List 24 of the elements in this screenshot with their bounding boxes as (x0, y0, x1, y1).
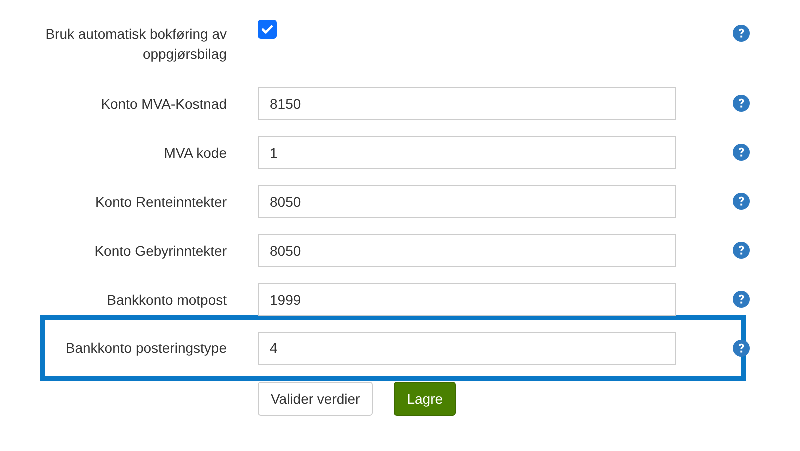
field-label: Bankkonto motpost (106, 290, 227, 310)
validate-button[interactable]: Valider verdier (258, 382, 374, 416)
check-icon (261, 23, 274, 36)
help-icon[interactable] (733, 340, 750, 356)
save-button[interactable]: Lagre (394, 382, 456, 416)
input-field[interactable]: 1 (258, 136, 676, 169)
input-field[interactable]: 4 (258, 332, 676, 364)
help-icon[interactable] (733, 193, 750, 210)
help-icon[interactable] (733, 25, 750, 42)
input-field[interactable]: 1999 (258, 283, 676, 316)
input-field[interactable]: 8150 (258, 87, 676, 120)
field-label: Konto MVA-Kostnad (100, 94, 227, 114)
field-label: Konto Renteinntekter (94, 192, 227, 212)
help-icon[interactable] (733, 291, 750, 308)
field-label: Konto Gebyrinntekter (94, 242, 227, 260)
help-icon[interactable] (733, 95, 750, 112)
help-icon[interactable] (733, 144, 750, 161)
checkbox[interactable] (258, 20, 277, 39)
input-field[interactable]: 8050 (258, 234, 676, 267)
help-icon[interactable] (733, 242, 750, 259)
field-label: MVA kode (163, 144, 227, 162)
input-field[interactable]: 8050 (258, 185, 676, 218)
field-label: Bankkonto posteringstype (64, 339, 227, 358)
field-label: Bruk automatisk bokføring av oppgjørsbilag (44, 25, 227, 64)
